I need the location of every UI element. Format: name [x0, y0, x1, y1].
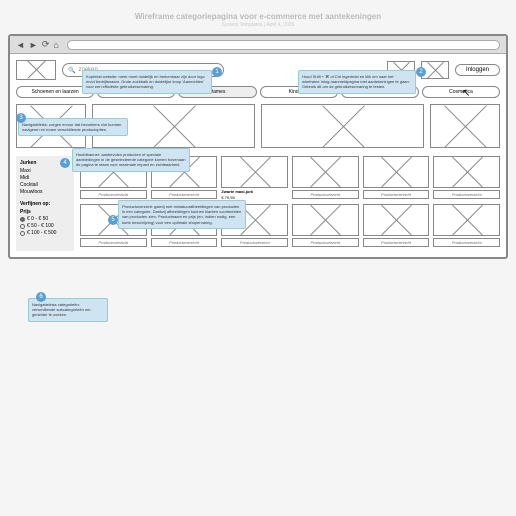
page-title: Wireframe categoriepagina voor e-commerc…: [8, 12, 508, 21]
price-label: Prijs: [20, 209, 70, 215]
cursor-icon: ↖: [462, 88, 470, 99]
badge-3: 3: [16, 113, 26, 123]
home-icon[interactable]: ⌂: [53, 40, 58, 50]
product-card[interactable]: Productoverzicht: [433, 204, 500, 247]
url-bar[interactable]: [67, 40, 500, 50]
annotation-1: Koptekst website: merk moet duidelijk en…: [82, 70, 212, 94]
annotation-3: Navigatielinks: zorgen ervoor dat bezoek…: [18, 118, 128, 136]
product-card[interactable]: Productoverzicht: [363, 156, 430, 200]
search-icon: 🔍: [68, 67, 75, 74]
browser-frame: ◄ ► ⟳ ⌂ 🔍zoeken Inloggen Schoenen en laa…: [8, 34, 508, 259]
forward-icon[interactable]: ►: [29, 40, 38, 50]
sidebar-item[interactable]: Maxi: [20, 168, 70, 174]
price-opt-1[interactable]: € 0 - € 50: [20, 216, 70, 222]
badge-6: 6: [36, 292, 46, 302]
sidebar-item[interactable]: Midi: [20, 175, 70, 181]
tab-cosmetics[interactable]: Cosmetica: [422, 86, 500, 98]
price-opt-2[interactable]: € 50 - € 100: [20, 223, 70, 229]
price-opt-3[interactable]: € 100 - € 500: [20, 230, 70, 236]
radio-icon: [20, 224, 25, 229]
sidebar-item[interactable]: Mouwloos: [20, 189, 70, 195]
annotation-5: Productoverzicht: galerij met miniatuura…: [118, 200, 246, 229]
radio-icon: [20, 217, 25, 222]
product-card-featured[interactable]: Zwarte maxi-jurk€ 79,95: [221, 156, 288, 200]
back-icon[interactable]: ◄: [16, 40, 25, 50]
banner-small-2[interactable]: [430, 104, 500, 148]
product-card[interactable]: Productoverzicht: [292, 156, 359, 200]
browser-toolbar: ◄ ► ⟳ ⌂: [10, 36, 506, 54]
product-card[interactable]: Productoverzicht: [433, 156, 500, 200]
sidebar: Jurken Maxi Midi Cocktail Mouwloos Verfi…: [16, 156, 74, 251]
logo-placeholder: [16, 60, 56, 80]
annotation-2: Houd Shift + ⌘ of Ctrl ingedrukt en klik…: [298, 70, 416, 94]
badge-4: 4: [60, 158, 70, 168]
product-card[interactable]: Productoverzicht: [292, 204, 359, 247]
radio-icon: [20, 231, 25, 236]
page-subtitle: System Templates | April 4, 2025: [8, 22, 508, 28]
banner-large-2[interactable]: [261, 104, 424, 148]
badge-1: 1: [212, 67, 222, 77]
login-button[interactable]: Inloggen: [455, 64, 500, 76]
badge-2: 2: [416, 67, 426, 77]
reload-icon[interactable]: ⟳: [42, 39, 50, 50]
sidebar-item[interactable]: Cocktail: [20, 182, 70, 188]
badge-5: 5: [108, 215, 118, 225]
product-card[interactable]: Productoverzicht: [363, 204, 430, 247]
annotation-4: Hoofdbanner: aanbevolen producten of spe…: [72, 148, 190, 172]
refine-title: Verfijnen op:: [20, 201, 70, 207]
